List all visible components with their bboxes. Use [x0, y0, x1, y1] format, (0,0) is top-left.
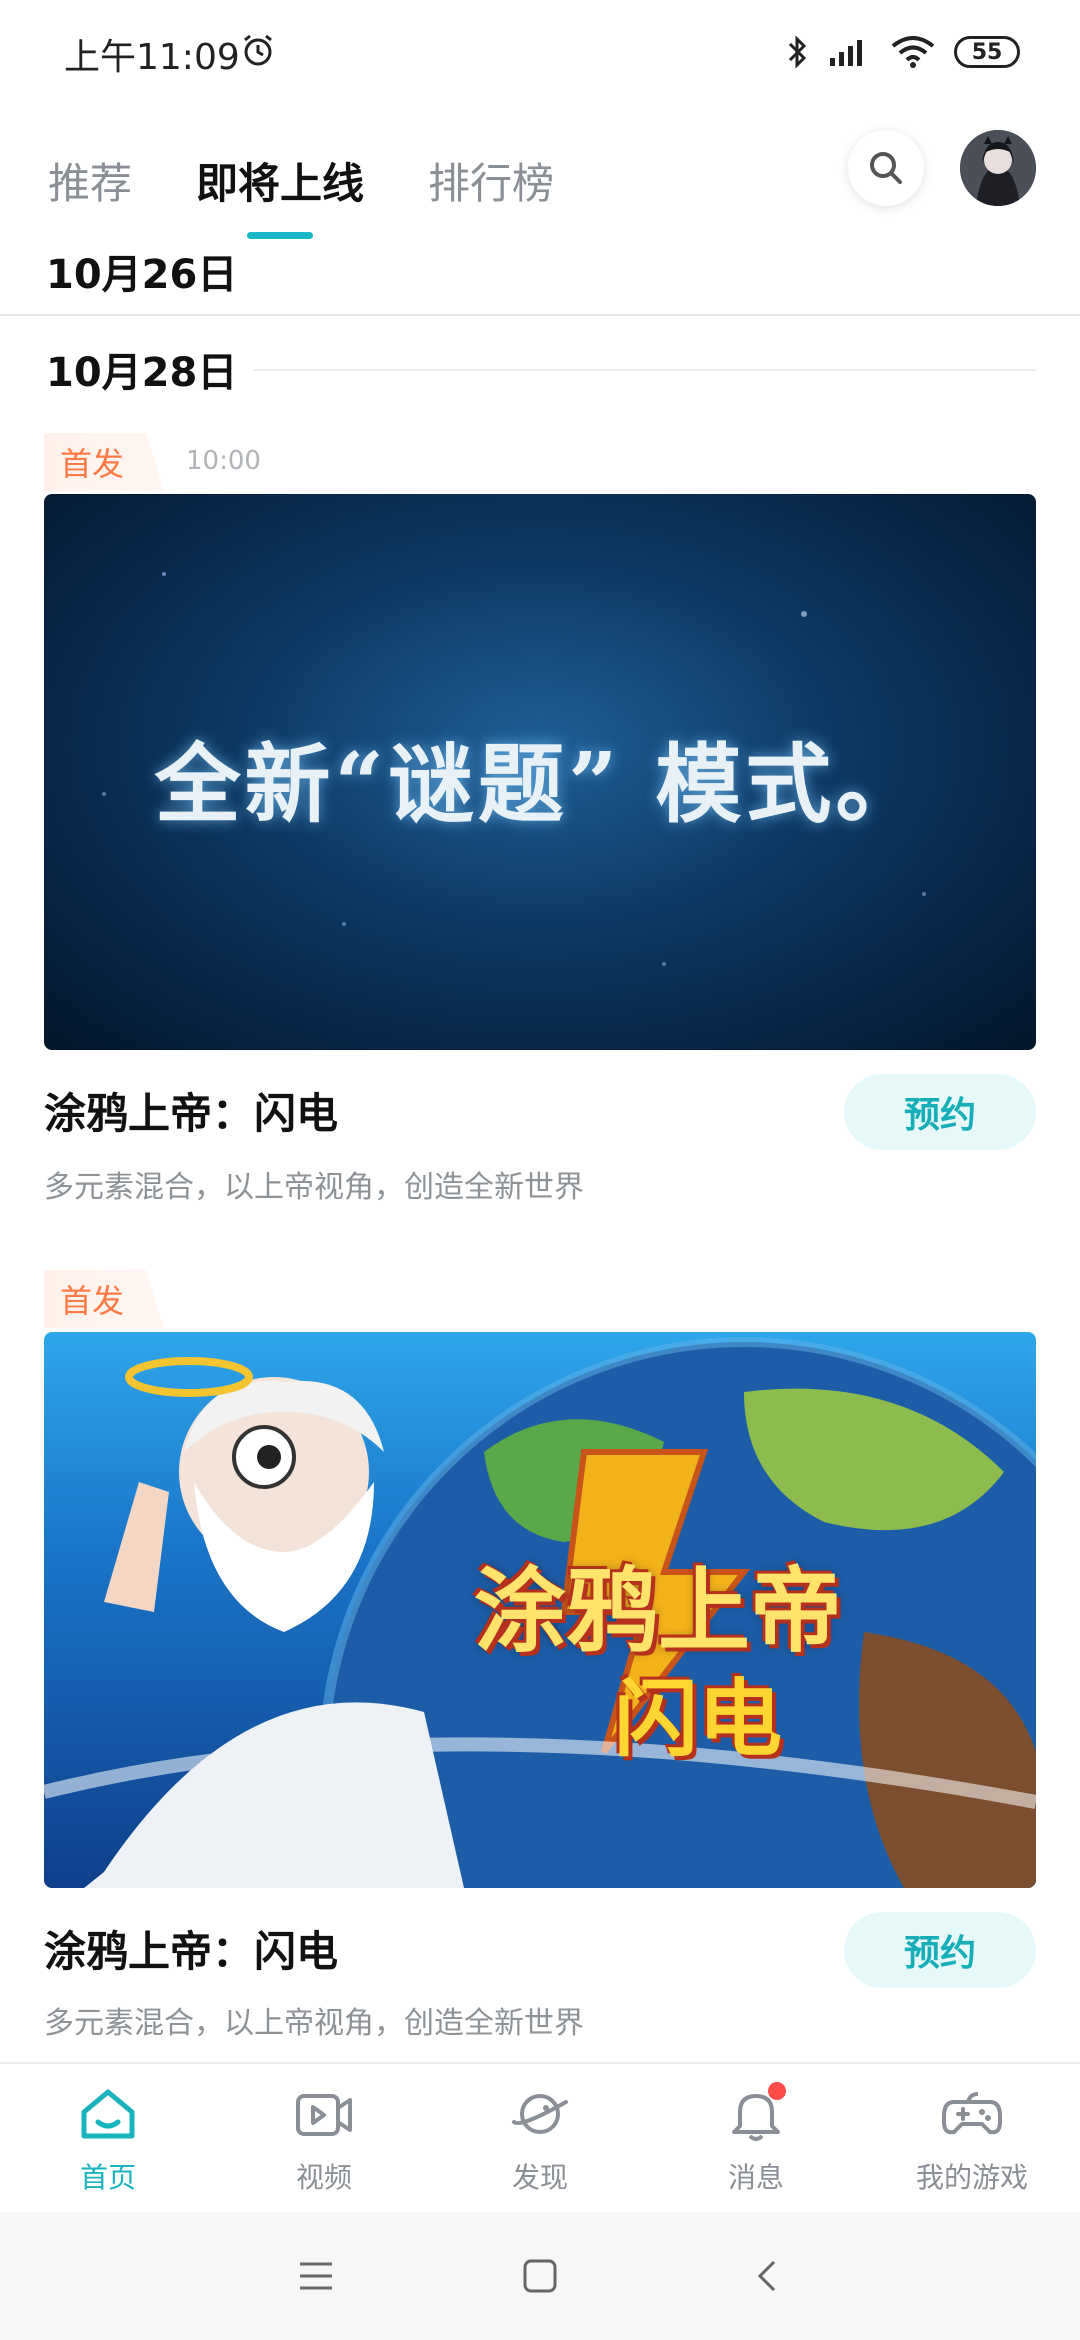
battery-indicator: 55 — [954, 36, 1020, 68]
game-desc-1: 多元素混合，以上帝视角，创造全新世界 — [44, 1170, 584, 1205]
wifi-icon — [891, 36, 935, 68]
square-icon — [523, 2259, 557, 2293]
nav-my-games[interactable]: 我的游戏 — [892, 2082, 1052, 2212]
nav-discover[interactable]: 发现 — [460, 2082, 620, 2212]
reserve-button-1[interactable]: 预约 — [844, 1074, 1036, 1150]
bluetooth-icon — [788, 35, 807, 69]
game-banner-1[interactable]: 全新“谜题” 模式。 — [44, 494, 1036, 1050]
bottom-nav: 首页 视频 发现 消息 我的游戏 — [0, 2062, 1080, 2214]
nav-messages-label: 消息 — [727, 2161, 784, 2194]
game-desc-2: 多元素混合，以上帝视角，创造全新世界 — [44, 2006, 584, 2041]
banner-logo-line1: 涂鸦上帝 — [474, 1558, 843, 1665]
launch-time: 10:00 — [186, 446, 261, 476]
nav-my-games-label: 我的游戏 — [915, 2161, 1028, 2194]
date-header-1028: 10月28日 — [46, 350, 238, 396]
avatar-image — [960, 130, 1036, 206]
discover-icon — [512, 2094, 568, 2134]
date-divider-line — [254, 369, 1036, 371]
nav-messages[interactable]: 消息 — [676, 2082, 836, 2212]
nav-home-label: 首页 — [79, 2161, 136, 2194]
search-icon — [870, 152, 902, 184]
bell-icon-wrap — [724, 2082, 788, 2146]
avatar[interactable] — [960, 130, 1036, 206]
section-divider — [0, 314, 1080, 316]
home-button[interactable] — [514, 2250, 566, 2302]
home-icon — [81, 2089, 135, 2139]
nav-video[interactable]: 视频 — [244, 2082, 404, 2212]
tab-upcoming[interactable]: 即将上线 — [196, 150, 365, 239]
game-banner-2[interactable]: 涂鸦上帝 闪电 — [44, 1332, 1036, 1888]
tab-indicator — [247, 231, 314, 239]
alarm-icon — [244, 34, 272, 66]
tab-recommend[interactable]: 推荐 — [48, 150, 132, 211]
banner-logo-line2: 闪电 — [614, 1670, 783, 1768]
launch-badge: 首发 — [44, 1270, 164, 1328]
video-icon — [296, 2094, 352, 2136]
signal-icon — [830, 40, 862, 66]
menu-button[interactable] — [290, 2250, 342, 2302]
system-nav-bar — [0, 2212, 1080, 2340]
tab-ranking[interactable]: 排行榜 — [428, 150, 554, 211]
game-title-1[interactable]: 涂鸦上帝：闪电 — [44, 1080, 338, 1141]
gamepad-icon — [942, 2092, 1002, 2135]
banner-text: 全新“谜题” 模式。 — [154, 734, 926, 835]
back-button[interactable] — [740, 2250, 792, 2302]
game-title-2[interactable]: 涂鸦上帝：闪电 — [44, 1918, 338, 1979]
notification-dot — [768, 2082, 786, 2100]
nav-home[interactable]: 首页 — [28, 2082, 188, 2212]
tab-upcoming-label: 即将上线 — [196, 158, 365, 208]
reserve-button-2[interactable]: 预约 — [844, 1912, 1036, 1988]
search-button[interactable] — [848, 130, 924, 206]
launch-badge: 首发 — [44, 433, 164, 491]
battery-level: 55 — [971, 39, 1003, 65]
nav-discover-label: 发现 — [511, 2161, 568, 2194]
menu-icon — [300, 2262, 332, 2290]
top-tabs: 推荐 即将上线 排行榜 — [48, 140, 618, 239]
back-icon — [757, 2260, 776, 2292]
status-bar: 上午11:09 55 — [0, 0, 1080, 100]
date-header-1026: 10月26日 — [46, 252, 238, 298]
status-time: 上午11:09 — [64, 37, 240, 78]
nav-video-label: 视频 — [295, 2161, 352, 2194]
